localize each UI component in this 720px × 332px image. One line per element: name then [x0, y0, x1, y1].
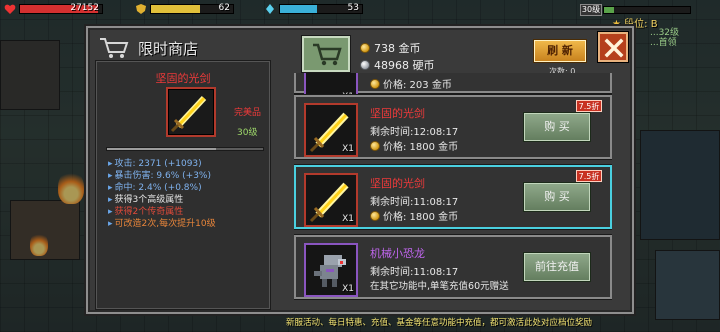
item-thumbnail: X1 — [304, 173, 358, 227]
item-name: 机械小恐龙 — [370, 247, 425, 260]
level-badge: 30级 — [580, 4, 602, 16]
xp-bar — [603, 6, 691, 14]
energy-value: 62 — [218, 3, 230, 13]
energy-bar: 62 — [150, 3, 234, 14]
hp-bar: 27152 — [19, 3, 103, 14]
detail-stat-row: ▸ 获得2个传奇属性 — [108, 206, 216, 218]
crystal-icon — [266, 4, 274, 14]
recharge-button[interactable]: 前往充值 — [524, 253, 590, 281]
detail-stat-row: ▸ 可改造2次,每次提升10级 — [108, 218, 216, 230]
shopping-cart-icon — [313, 43, 342, 66]
bullet-icon: ▸ — [108, 195, 113, 205]
hp-value: 27152 — [70, 3, 99, 13]
detail-stat-row: ▸ 攻击: 2371 (+1093) — [108, 158, 216, 170]
light-sword-icon — [170, 95, 207, 133]
bullet-icon: ▸ — [108, 207, 113, 217]
item-recharge-note: 在其它功能中,单笔充值60元赠送 — [370, 281, 509, 292]
energy-fill — [151, 5, 201, 13]
item-name: 坚固的光剑 — [370, 107, 425, 120]
gold-value: 738 金币 — [374, 42, 421, 55]
detail-quality: 完美品 — [234, 108, 262, 118]
item-name: 坚固的光剑 — [370, 177, 425, 190]
mana-bar-group: 53 — [264, 2, 363, 16]
detail-stat-text: 攻击: 2371 (+1093) — [114, 159, 202, 169]
limited-shop-panel: 限时商店 738 金币 48968 硬币 刷 新 次数: 0 坚固的光剑 完美品… — [86, 26, 634, 314]
item-detail-panel: 坚固的光剑 完美品 30级 ▸ 攻击: 2371 (+1093) ▸ 暴击伤害: 9.… — [95, 60, 271, 310]
detail-stat-row: ▸ 暴击伤害: 9.6% (+3%) — [108, 170, 216, 182]
mana-bar: 53 — [279, 3, 363, 14]
coin-display: 48968 硬币 — [360, 57, 435, 73]
gold-coin-icon — [370, 140, 380, 151]
energy-bar-group: 62 — [135, 2, 234, 16]
detail-stat-text: 可改造2次,每次提升10级 — [114, 219, 216, 229]
bullet-icon: ▸ — [108, 171, 113, 181]
side-quest-list[interactable]: ...32级 ...首领 — [650, 28, 679, 48]
item-thumbnail: X1 — [304, 103, 358, 157]
shopping-cart-icon — [100, 38, 129, 58]
item-price-text: 价格: 1800 金币 — [383, 142, 459, 153]
detail-divider — [106, 147, 264, 151]
shop-item[interactable]: X1 坚固的光剑 剩余时间:12:08:17 价格: 1800 金币 7.5折 … — [294, 95, 612, 159]
gold-coin-icon — [360, 43, 370, 53]
shop-tab-cart[interactable] — [302, 36, 350, 72]
item-timer: 剩余时间:11:08:17 — [370, 267, 459, 278]
detail-stats: ▸ 攻击: 2371 (+1093) ▸ 暴击伤害: 9.6% (+3%) ▸ 命中: 2… — [108, 158, 216, 230]
detail-stat-text: 暴击伤害: 9.6% (+3%) — [114, 171, 211, 181]
gold-coin-icon — [370, 78, 380, 89]
close-icon — [604, 38, 624, 58]
coin-value: 48968 硬币 — [374, 59, 435, 72]
item-price: 价格: 1800 金币 — [370, 138, 458, 153]
detail-item-frame — [166, 87, 216, 137]
detail-stat-text: 命中: 2.4% (+0.8%) — [114, 183, 202, 193]
shop-title-row: 限时商店 — [98, 34, 198, 62]
shield-icon — [136, 4, 146, 14]
item-price: 价格: 203 金币 — [370, 76, 452, 91]
shop-item[interactable]: X1 机械小恐龙 剩余时间:11:08:17 在其它功能中,单笔充值60元赠送 … — [294, 235, 612, 299]
discount-badge: 7.5折 — [576, 170, 602, 182]
detail-stat-row: ▸ 获得3个高级属性 — [108, 194, 216, 206]
silver-coin-icon — [360, 60, 370, 70]
item-price-text: 价格: 203 金币 — [383, 80, 452, 91]
detail-stat-row: ▸ 命中: 2.4% (+0.8%) — [108, 182, 216, 194]
detail-stat-text: 获得2个传奇属性 — [114, 207, 184, 217]
bullet-icon: ▸ — [108, 219, 113, 229]
shop-item-list[interactable]: X1 价格: 203 金币 X1 坚固的光剑 剩余时间:12:08:17 — [294, 73, 612, 309]
buy-button[interactable]: 购 买 — [524, 113, 590, 141]
buy-button[interactable]: 购 买 — [524, 183, 590, 211]
mana-fill — [280, 5, 317, 13]
detail-stat-text: 获得3个高级属性 — [114, 195, 184, 205]
close-button[interactable] — [598, 32, 628, 62]
shop-item[interactable]: X1 价格: 203 金币 — [294, 73, 612, 105]
item-timer: 剩余时间:11:08:17 — [370, 197, 459, 208]
item-quantity: X1 — [342, 284, 354, 294]
side-list-item: ...32级 — [650, 28, 680, 38]
xp-fill — [604, 7, 615, 13]
detail-item-name: 坚固的光剑 — [155, 72, 211, 85]
gold-coin-icon — [370, 210, 380, 221]
side-list-item: ...首领 — [650, 38, 677, 48]
refresh-button[interactable]: 刷 新 — [534, 40, 586, 62]
bullet-icon: ▸ — [108, 159, 113, 169]
shop-title: 限时商店 — [138, 39, 199, 58]
item-price: 价格: 1800 金币 — [370, 208, 458, 223]
hp-bar-group: 27152 — [4, 2, 103, 16]
item-thumbnail: X1 — [304, 243, 358, 297]
bullet-icon: ▸ — [108, 183, 113, 193]
item-price-text: 价格: 1800 金币 — [383, 212, 459, 223]
item-timer: 剩余时间:12:08:17 — [370, 127, 459, 138]
heart-icon — [4, 4, 16, 15]
detail-level: 30级 — [237, 128, 258, 138]
item-quantity: X1 — [342, 144, 354, 154]
bottom-notice: 新服活动、每日特惠、充值、基金等任意功能中充值，都可激活此处对应档位奖励 — [286, 318, 593, 328]
gold-display: 738 金币 — [360, 40, 421, 56]
shop-item-selected[interactable]: X1 坚固的光剑 剩余时间:11:08:17 价格: 1800 金币 7.5折 … — [294, 165, 612, 229]
mana-value: 53 — [347, 3, 359, 13]
item-quantity: X1 — [342, 214, 354, 224]
discount-badge: 7.5折 — [576, 100, 602, 112]
